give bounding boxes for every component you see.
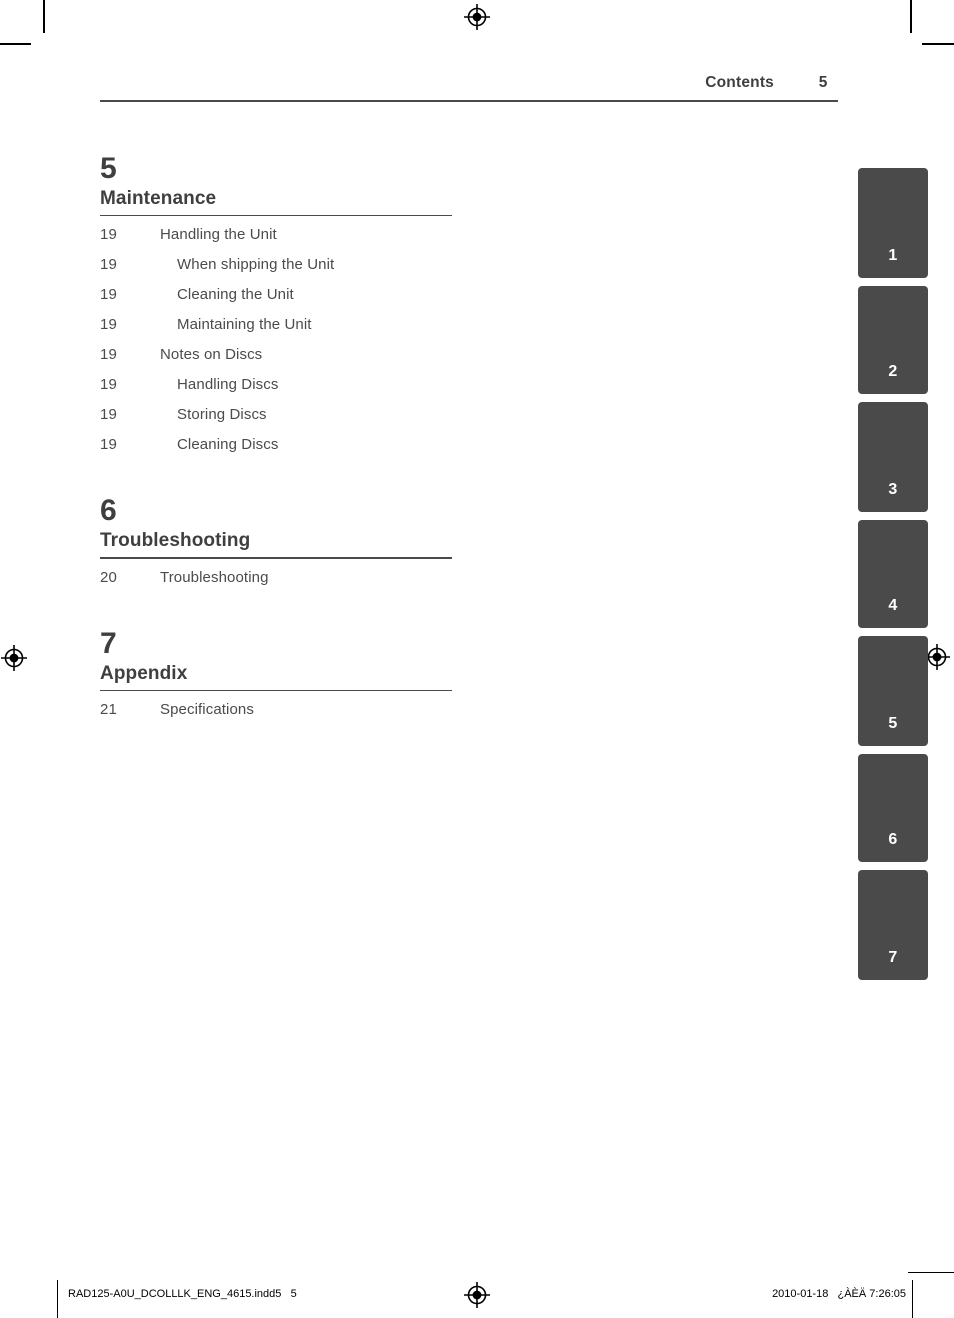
toc-entry-title: Cleaning Discs [177, 436, 279, 454]
toc-entry-title: When shipping the Unit [177, 256, 335, 274]
toc-entry[interactable]: 19 Storing Discs [100, 406, 452, 436]
section-number: 5 [100, 152, 117, 185]
toc-entry[interactable]: 19 Cleaning the Unit [100, 286, 452, 316]
registration-mark-top-center [464, 4, 490, 30]
toc-entry-page: 19 [100, 376, 117, 394]
toc-entry[interactable]: 19 Handling Discs [100, 376, 452, 406]
toc-entry-title: Specifications [160, 701, 254, 719]
toc-entry-page: 19 [100, 436, 117, 454]
toc-entry-page: 19 [100, 346, 117, 364]
section-divider [100, 215, 452, 217]
toc-entry[interactable]: 19 Notes on Discs [100, 346, 452, 376]
footer-timestamp: 2010-01-18 ¿ÀÈÄ 7:26:05 [772, 1288, 906, 1300]
chapter-tab-label: 3 [888, 481, 898, 498]
toc-entry[interactable]: 19 Handling the Unit [100, 226, 452, 256]
chapter-tab[interactable]: 7 [858, 870, 928, 980]
page-number: 5 [818, 74, 828, 91]
section-title: Troubleshooting [100, 530, 251, 552]
toc-entry-page: 19 [100, 256, 117, 274]
toc-section: 7 Appendix 21 Specifications [100, 627, 452, 731]
footer-rule-left [57, 1280, 58, 1318]
toc-entry-page: 19 [100, 406, 117, 424]
chapter-tab[interactable]: 5 [858, 636, 928, 746]
section-number: 7 [100, 626, 117, 660]
toc-section: 6 Troubleshooting 20 Troubleshooting [100, 494, 452, 598]
footer-file-name: RAD125-A0U_DCOLLLK_ENG_4615.indd5 5 [68, 1288, 297, 1300]
footer-rule-top-right [908, 1272, 954, 1273]
registration-mark-left [1, 645, 27, 671]
toc-entry-title: Handling Discs [177, 376, 279, 394]
toc-section: 5 Maintenance 19 Handling the Unit 19 When sh… [100, 152, 452, 466]
table-of-contents: 5 Maintenance 19 Handling the Unit 19 When sh… [100, 152, 452, 731]
crop-mark-top-left-vertical [43, 0, 45, 33]
toc-entry-page: 20 [100, 568, 117, 586]
toc-entry-title: Cleaning the Unit [177, 286, 294, 304]
section-divider [100, 557, 452, 559]
chapter-tab-label: 2 [888, 363, 898, 380]
section-title: Maintenance [100, 188, 217, 209]
section-title: Appendix [100, 662, 188, 684]
section-divider [100, 689, 452, 692]
chapter-tab-label: 1 [888, 247, 898, 264]
chapter-tab[interactable]: 1 [858, 168, 928, 278]
header-title: Contents [705, 74, 774, 91]
toc-entry[interactable]: 19 Cleaning Discs [100, 436, 452, 466]
crop-mark-top-right-vertical [910, 0, 912, 33]
crop-mark-top-left-horizontal [0, 43, 31, 45]
chapter-tab-label: 4 [888, 597, 898, 614]
chapter-tab[interactable]: 6 [858, 754, 928, 862]
header-divider [100, 100, 838, 102]
toc-entry-title: Maintaining the Unit [177, 316, 312, 334]
toc-entry-page: 19 [100, 286, 117, 304]
chapter-tab[interactable]: 4 [858, 520, 928, 628]
toc-entry-title: Notes on Discs [160, 346, 263, 364]
chapter-tab-label: 5 [888, 715, 898, 732]
chapter-tab[interactable]: 3 [858, 402, 928, 512]
footer-rule-right [912, 1280, 913, 1318]
document-page: Contents 5 5 Maintenance 19 Handling the Un… [0, 0, 954, 1318]
toc-entry[interactable]: 19 Maintaining the Unit [100, 316, 452, 346]
toc-entry-page: 19 [100, 316, 117, 334]
toc-entry-page: 19 [100, 226, 117, 244]
toc-entry[interactable]: 20 Troubleshooting [100, 569, 452, 599]
section-number: 6 [100, 494, 117, 528]
chapter-tab-label: 6 [888, 831, 898, 848]
toc-entry-page: 21 [100, 701, 117, 719]
chapter-tab-label: 7 [888, 949, 898, 966]
chapter-tab[interactable]: 2 [858, 286, 928, 394]
toc-entry[interactable]: 21 Specifications [100, 701, 452, 731]
registration-mark-footer-center [464, 1282, 490, 1308]
crop-mark-top-right-horizontal [922, 43, 954, 45]
toc-entry-title: Troubleshooting [160, 568, 269, 586]
toc-entry[interactable]: 19 When shipping the Unit [100, 256, 452, 286]
toc-entry-title: Storing Discs [177, 406, 267, 424]
toc-entry-title: Handling the Unit [160, 226, 277, 244]
chapter-tab-strip: 1 2 3 4 5 6 7 [858, 168, 928, 988]
